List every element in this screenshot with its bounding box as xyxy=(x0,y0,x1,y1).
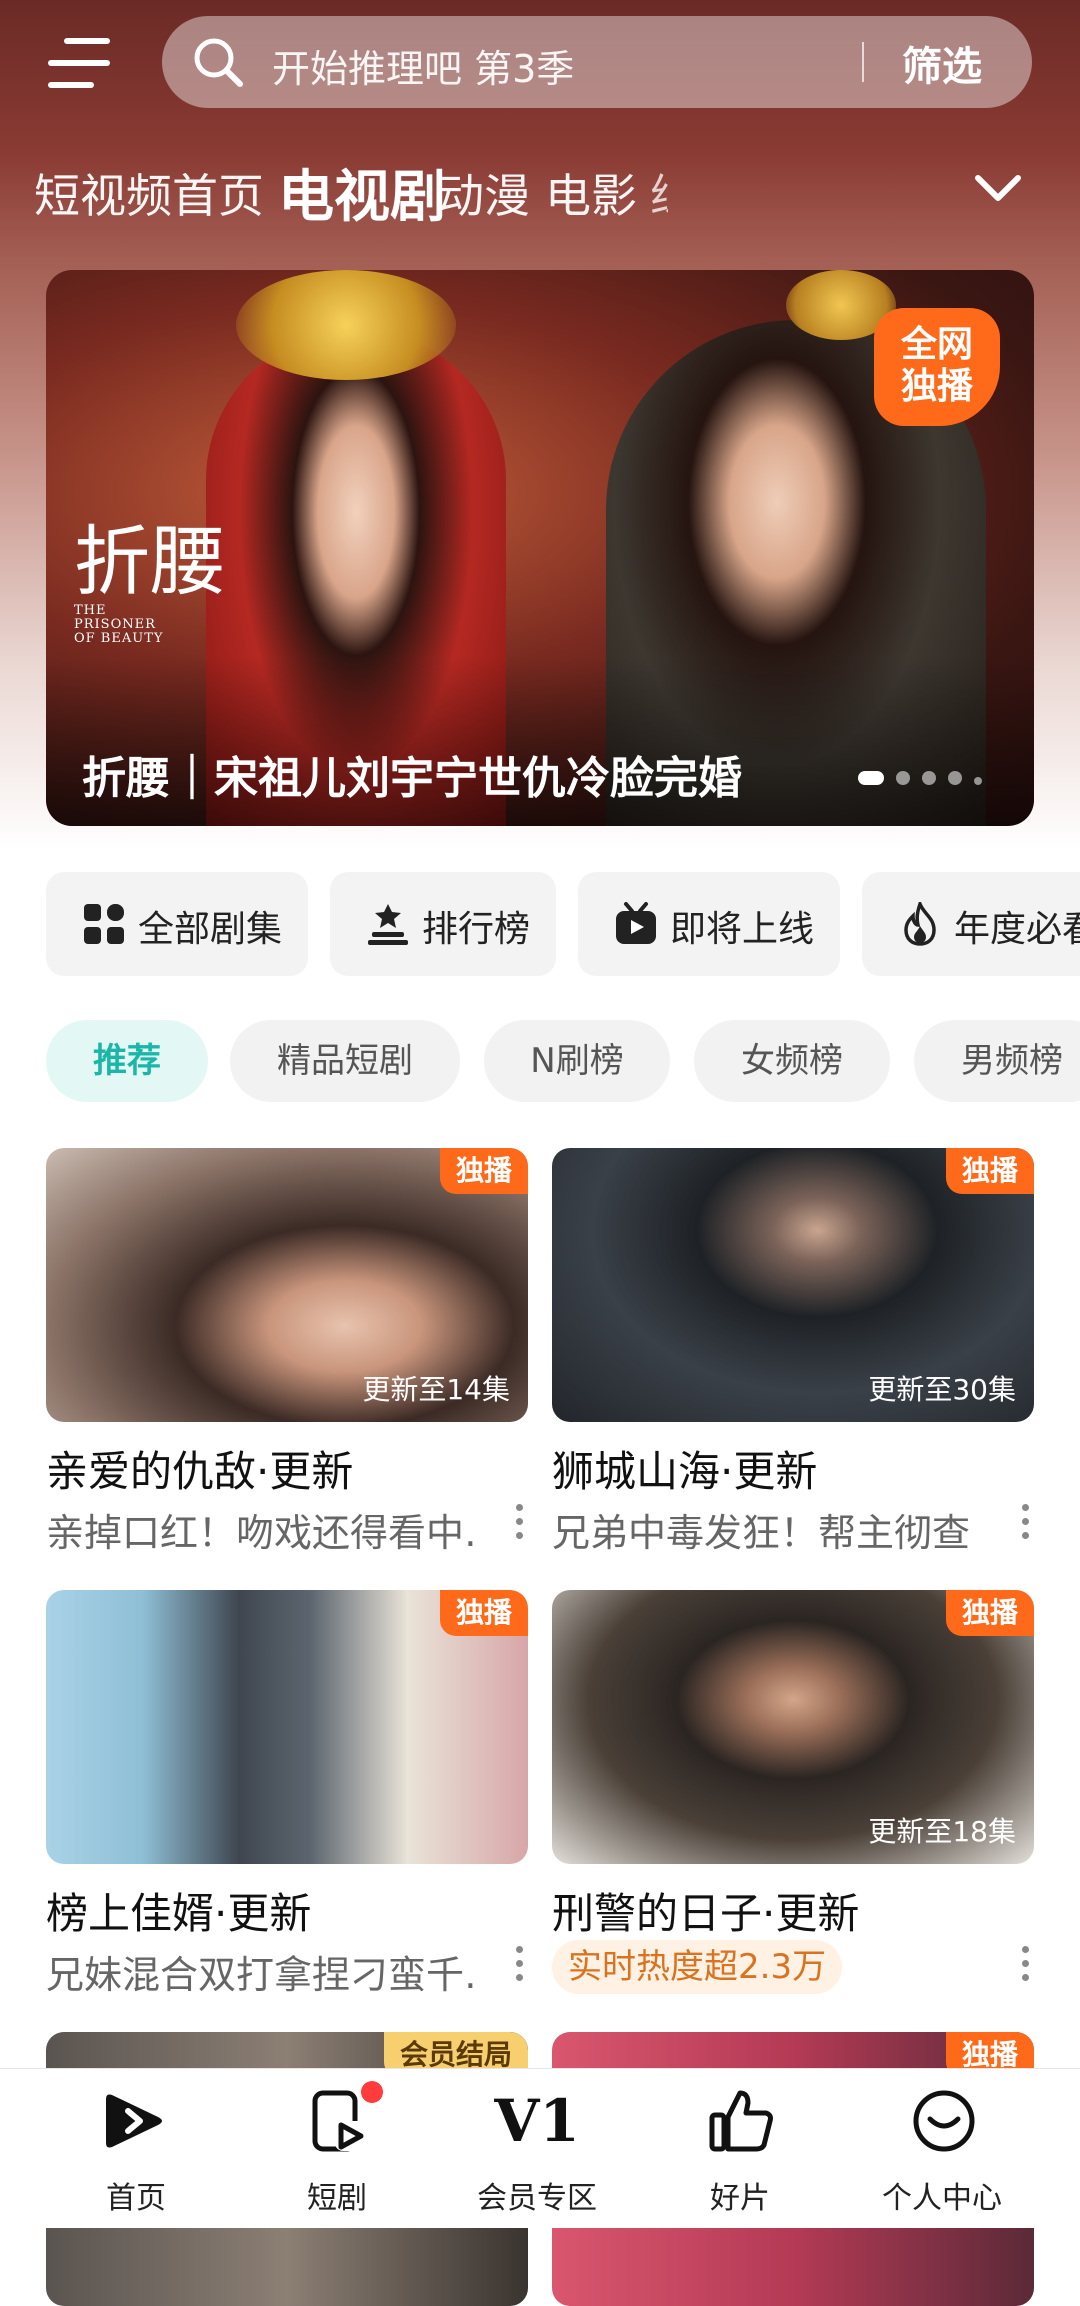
tab-tv-series[interactable]: 电视剧 xyxy=(278,152,446,233)
carousel-indicator[interactable] xyxy=(858,770,994,789)
video-thumbnail[interactable]: 独播 xyxy=(46,1590,528,1864)
nav-label: 短剧 xyxy=(307,2181,367,2216)
menu-icon[interactable] xyxy=(48,38,110,88)
quick-label: 排行榜 xyxy=(422,909,531,950)
quick-all-series[interactable]: 全部剧集 xyxy=(46,872,308,976)
nav-profile[interactable]: 个人中心 xyxy=(842,2069,1042,2228)
quick-label: 即将上线 xyxy=(670,909,815,950)
exclusive-tag: 独播 xyxy=(945,1148,1034,1194)
nav-vip-zone[interactable]: V1 会员专区 xyxy=(437,2069,637,2228)
nav-label: 首页 xyxy=(106,2181,166,2216)
nav-good-films[interactable]: 好片 xyxy=(640,2069,840,2228)
popularity-badge: 实时热度超2.3万 xyxy=(552,1940,843,1994)
nav-home[interactable]: 首页 xyxy=(36,2069,236,2228)
tab-anime[interactable]: 动漫 xyxy=(438,160,530,226)
chip-rewatch-ranking[interactable]: N刷榜 xyxy=(484,1020,670,1102)
search-placeholder[interactable]: 开始推理吧 第3季 xyxy=(272,38,574,93)
video-card[interactable]: 独播 更新至18集 刑警的日子·更新 实时热度超2.3万 xyxy=(552,1590,1034,1994)
smile-face-icon xyxy=(913,2090,975,2152)
more-options-icon[interactable] xyxy=(1020,1946,1030,1986)
quick-coming-soon[interactable]: 即将上线 xyxy=(578,872,840,976)
tab-short-video[interactable]: 短视频 xyxy=(34,160,172,226)
chip-female-ranking[interactable]: 女频榜 xyxy=(694,1020,890,1102)
vip-v1-icon: V1 xyxy=(494,2087,580,2155)
carousel-dot[interactable] xyxy=(974,777,982,785)
chip-recommended[interactable]: 推荐 xyxy=(46,1020,208,1102)
tv-play-icon xyxy=(616,902,656,944)
video-title[interactable]: 刑警的日子·更新 xyxy=(552,1880,859,1941)
quick-label: 全部剧集 xyxy=(138,909,283,950)
video-thumbnail[interactable]: 独播 更新至30集 xyxy=(552,1148,1034,1422)
thumbs-up-icon xyxy=(709,2090,773,2152)
video-card[interactable]: 独播 更新至14集 亲爱的仇敌·更新 亲掉口红！吻戏还得看中… xyxy=(46,1148,528,1555)
search-bar[interactable]: 开始推理吧 第3季 筛选 xyxy=(162,16,1032,108)
nav-label: 好片 xyxy=(710,2181,770,2216)
video-description: 兄妹混合双打拿捏刁蛮千… xyxy=(46,1953,476,1997)
chip-male-ranking[interactable]: 男频榜 xyxy=(914,1020,1080,1102)
flame-icon xyxy=(904,902,936,946)
bottom-navigation: 首页 短剧 V1 会员专区 好片 个人中心 xyxy=(0,2068,1080,2228)
video-thumbnail[interactable]: 独播 更新至14集 xyxy=(46,1148,528,1422)
podium-icon xyxy=(368,904,408,945)
grid-icon xyxy=(84,904,124,944)
tab-home[interactable]: 首页 xyxy=(172,160,264,226)
episode-update: 更新至14集 xyxy=(362,1373,510,1406)
banner-caption[interactable]: 折腰｜宋祖儿刘宇宁世仇冷脸完婚 xyxy=(82,742,742,806)
chevron-down-icon[interactable] xyxy=(972,162,1024,214)
exclusive-badge: 全网 独播 xyxy=(874,308,1000,426)
carousel-dot[interactable] xyxy=(858,771,884,785)
nav-label: 个人中心 xyxy=(882,2181,1002,2216)
quick-ranking[interactable]: 排行榜 xyxy=(330,872,556,976)
more-options-icon[interactable] xyxy=(1020,1504,1030,1544)
exclusive-tag: 独播 xyxy=(945,1590,1034,1636)
exclusive-tag: 独播 xyxy=(439,1590,528,1636)
nav-short-drama[interactable]: 短剧 xyxy=(237,2069,437,2228)
more-options-icon[interactable] xyxy=(514,1504,524,1544)
quick-label: 年度必看 xyxy=(954,909,1080,950)
video-card[interactable]: 独播 榜上佳婿·更新 兄妹混合双打拿捏刁蛮千… xyxy=(46,1590,528,1997)
notification-dot xyxy=(361,2081,383,2103)
hero-banner[interactable]: 折腰 THE PRISONER OF BEAUTY 全网 独播 折腰｜宋祖儿刘宇… xyxy=(46,270,1034,826)
quick-annual-must-see[interactable]: 年度必看 xyxy=(862,872,1080,976)
carousel-dot[interactable] xyxy=(948,771,962,785)
video-description: 兄弟中毒发狂！帮主彻查 xyxy=(552,1511,971,1555)
search-icon xyxy=(194,38,243,87)
nav-label: 会员专区 xyxy=(477,2181,597,2216)
episode-update: 更新至30集 xyxy=(868,1373,1016,1406)
episode-update: 更新至18集 xyxy=(868,1815,1016,1848)
show-logo: 折腰 THE PRISONER OF BEAUTY xyxy=(74,517,226,646)
video-title[interactable]: 狮城山海·更新 xyxy=(552,1438,817,1499)
home-play-icon xyxy=(106,2094,162,2148)
search-divider xyxy=(862,42,864,82)
tab-movie[interactable]: 电影 xyxy=(545,160,637,226)
carousel-dot[interactable] xyxy=(896,771,910,785)
video-description: 亲掉口红！吻戏还得看中… xyxy=(46,1511,476,1555)
chip-premium-short[interactable]: 精品短剧 xyxy=(230,1020,460,1102)
tab-variety[interactable]: 综 xyxy=(650,160,668,226)
filter-button[interactable]: 筛选 xyxy=(902,34,982,92)
carousel-dot[interactable] xyxy=(922,771,936,785)
video-title[interactable]: 亲爱的仇敌·更新 xyxy=(46,1438,353,1499)
banner-crown-left xyxy=(236,270,456,380)
video-thumbnail[interactable]: 独播 更新至18集 xyxy=(552,1590,1034,1864)
exclusive-tag: 独播 xyxy=(439,1148,528,1194)
video-title[interactable]: 榜上佳婿·更新 xyxy=(46,1880,311,1941)
video-card[interactable]: 独播 更新至30集 狮城山海·更新 兄弟中毒发狂！帮主彻查 xyxy=(552,1148,1034,1555)
more-options-icon[interactable] xyxy=(514,1946,524,1986)
